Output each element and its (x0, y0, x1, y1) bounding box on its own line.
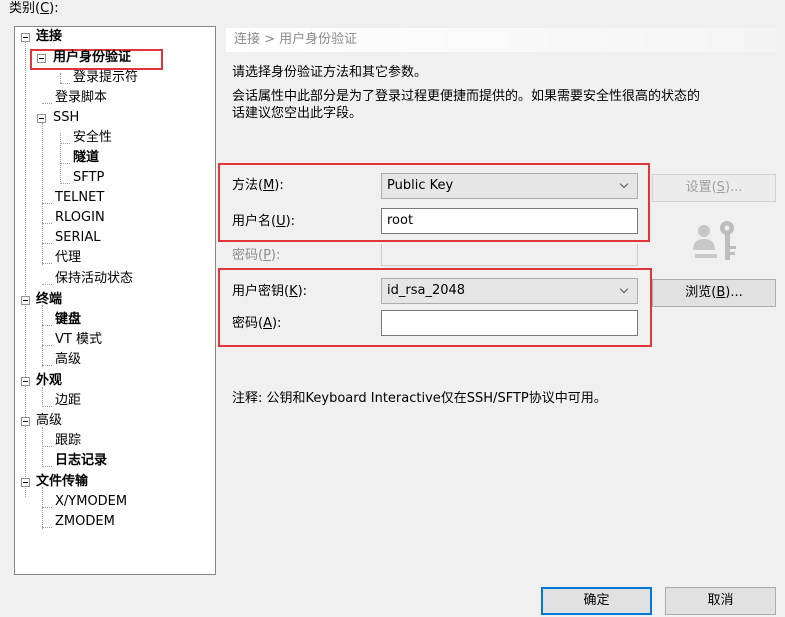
password-field[interactable] (381, 244, 638, 266)
tree-item-sftp[interactable]: SFTP (73, 168, 104, 188)
tree-item-tunneling[interactable]: 隧道 (73, 148, 99, 168)
tree-item-ssh[interactable]: SSH (37, 108, 79, 128)
tree-item-serial[interactable]: SERIAL (55, 228, 100, 248)
tree-item-rlogin[interactable]: RLOGIN (55, 208, 105, 228)
tree-item-security[interactable]: 安全性 (73, 128, 112, 148)
intro-text-line2: 会话属性中此部分是为了登录过程更便捷而提供的。如果需要安全性很高的状态的 (232, 89, 701, 104)
tree-item-proxy[interactable]: 代理 (55, 248, 81, 268)
tree-item-zmodem[interactable]: ZMODEM (55, 512, 115, 532)
tree-item-connection[interactable]: 连接 (21, 27, 62, 47)
tree-item-auth[interactable]: 用户身份验证 (37, 48, 131, 68)
username-field[interactable]: root (381, 208, 638, 234)
category-tree[interactable]: 连接 用户身份验证 登录提示符 登录脚本 SSH 安全性 隧道 SFTP TEL… (14, 26, 216, 575)
password-label: 密码(P): (232, 248, 281, 263)
settings-button[interactable]: 设置(S)... (652, 174, 776, 202)
tree-item-keep-alive[interactable]: 保持活动状态 (55, 269, 133, 289)
tree-item-login-prompts[interactable]: 登录提示符 (73, 68, 138, 88)
collapse-icon[interactable] (37, 114, 46, 123)
method-label: 方法(M): (232, 178, 284, 193)
tree-item-file-transfer[interactable]: 文件传输 (21, 472, 88, 492)
page-title: 连接 > 用户身份验证 (226, 28, 776, 52)
collapse-icon[interactable] (21, 296, 30, 305)
collapse-icon[interactable] (21, 33, 30, 42)
tree-item-margins[interactable]: 边距 (55, 391, 81, 411)
browse-button[interactable]: 浏览(B)... (652, 279, 776, 307)
ok-button[interactable]: 确定 (541, 587, 652, 615)
passphrase-label: 密码(A): (232, 316, 282, 331)
tree-item-xymodem[interactable]: X/YMODEM (55, 492, 127, 512)
collapse-icon[interactable] (21, 478, 30, 487)
collapse-icon[interactable] (37, 54, 46, 63)
tree-item-login-script[interactable]: 登录脚本 (55, 88, 107, 108)
collapse-icon[interactable] (21, 417, 30, 426)
tree-item-terminal[interactable]: 终端 (21, 290, 62, 310)
passphrase-field[interactable] (381, 310, 638, 336)
chevron-down-icon (619, 179, 629, 189)
intro-text: 请选择身份验证方法和其它参数。 (232, 65, 428, 80)
note-text: 注释: 公钥和Keyboard Interactive仅在SSH/SFTP协议中… (232, 391, 607, 406)
method-select[interactable]: Public Key (381, 173, 638, 199)
tree-item-appearance[interactable]: 外观 (21, 371, 62, 391)
userkey-label: 用户密钥(K): (232, 284, 308, 299)
tree-item-logging[interactable]: 日志记录 (55, 451, 107, 471)
cancel-button[interactable]: 取消 (665, 587, 776, 615)
collapse-icon[interactable] (21, 377, 30, 386)
intro-text-line3: 话建议您空出此字段。 (232, 106, 363, 121)
tree-item-telnet[interactable]: TELNET (55, 188, 104, 208)
category-label: 类别(C): (9, 1, 59, 16)
userkey-select[interactable]: id_rsa_2048 (381, 278, 638, 304)
chevron-down-icon (619, 284, 629, 294)
tree-item-advanced2[interactable]: 高级 (21, 411, 62, 431)
tree-item-keyboard[interactable]: 键盘 (55, 310, 81, 330)
username-label: 用户名(U): (232, 214, 296, 229)
tree-item-vt-modes[interactable]: VT 模式 (55, 330, 102, 350)
tree-item-advanced[interactable]: 高级 (55, 350, 81, 370)
tree-item-trace[interactable]: 跟踪 (55, 431, 81, 451)
user-key-icon (693, 221, 736, 260)
